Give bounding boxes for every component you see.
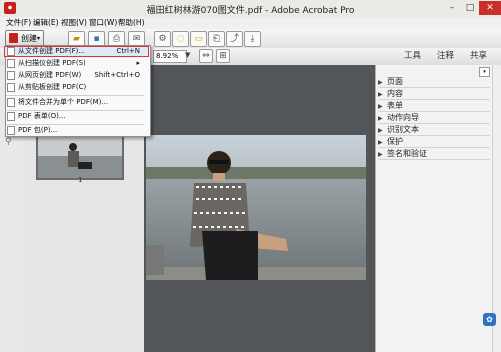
- minimize-button[interactable]: –: [443, 1, 461, 15]
- menu-item-shortcut: Shift+Ctrl+O: [94, 71, 140, 79]
- paw-icon: ✿: [483, 313, 496, 326]
- fit-page-icon[interactable]: ⊞: [216, 49, 230, 63]
- tab-comment[interactable]: 注释: [433, 49, 458, 63]
- panel-section-pages[interactable]: ▶ 页面: [378, 76, 490, 88]
- section-label: 页面: [387, 77, 403, 86]
- tab-tools[interactable]: 工具: [400, 49, 425, 63]
- menu-help[interactable]: 帮助(H): [116, 17, 147, 29]
- expand-triangle-icon: ▶: [378, 139, 383, 146]
- menu-view[interactable]: 视图(V): [59, 17, 89, 29]
- close-button[interactable]: ✕: [479, 1, 501, 15]
- share-document-icon[interactable]: ⤴: [226, 31, 243, 47]
- attachment-icon[interactable]: ⚲: [5, 137, 12, 147]
- sticky-note-icon[interactable]: ▭: [190, 31, 207, 47]
- comment-icon[interactable]: ◌: [172, 31, 189, 47]
- fit-width-icon[interactable]: ⇔: [199, 49, 213, 63]
- export-document-icon[interactable]: ⤓: [244, 31, 261, 47]
- menu-item-label: PDF 表单(O)...: [18, 112, 66, 120]
- tab-share[interactable]: 共享: [466, 49, 491, 63]
- section-label: 识别文本: [387, 125, 419, 134]
- menu-item-create-from-clipboard[interactable]: 从剪贴板创建 PDF(C): [6, 82, 146, 93]
- menu-edit[interactable]: 编辑(E): [31, 17, 61, 29]
- title-bar: ⏺ 福田红树林游070图文件.pdf - Adobe Acrobat Pro –…: [0, 0, 501, 18]
- stamp-icon[interactable]: ⎗: [208, 31, 225, 47]
- form-icon: [7, 112, 15, 121]
- page-thumbnail[interactable]: [36, 134, 124, 180]
- menu-item-create-from-scanner[interactable]: 从扫描仪创建 PDF(S) ▸: [6, 58, 146, 69]
- section-label: 表单: [387, 101, 403, 110]
- section-label: 内容: [387, 89, 403, 98]
- menu-item-label: 从剪贴板创建 PDF(C): [18, 83, 87, 91]
- create-button-label: 创建: [21, 34, 37, 43]
- pdf-file-icon: [7, 47, 15, 56]
- section-label: 动作向导: [387, 113, 419, 122]
- portfolio-icon: [7, 126, 15, 135]
- panel-section-protection[interactable]: ▶ 保护: [378, 136, 490, 148]
- maximize-button[interactable]: □: [461, 1, 479, 15]
- zoom-dropdown-icon[interactable]: ▼: [185, 51, 190, 59]
- clipboard-icon: [7, 83, 15, 92]
- menu-item-label: PDF 包(P)...: [18, 126, 58, 134]
- menu-item-pdf-portfolio[interactable]: PDF 包(P)...: [6, 125, 146, 136]
- thumbnail-page-number: 1: [78, 176, 83, 184]
- menu-item-create-from-file[interactable]: 从文件创建 PDF(F)... Ctrl+N: [6, 46, 146, 57]
- page-photo: [146, 135, 366, 280]
- settings-gear-icon[interactable]: ⚙: [154, 31, 171, 47]
- menu-item-create-from-web[interactable]: 从网页创建 PDF(W) Shift+Ctrl+O: [6, 70, 146, 81]
- scanner-icon: [7, 59, 15, 68]
- menu-item-pdf-form[interactable]: PDF 表单(O)...: [6, 111, 146, 122]
- expand-triangle-icon: ▶: [378, 127, 383, 134]
- menu-item-label: 从文件创建 PDF(F)...: [18, 47, 86, 55]
- web-page-icon: [7, 71, 15, 80]
- menu-item-combine-files[interactable]: 将文件合并为单个 PDF(M)...: [6, 97, 146, 108]
- zoom-input[interactable]: 8.92%: [153, 50, 187, 63]
- vertical-scrollbar[interactable]: [492, 65, 501, 352]
- menu-item-label: 从网页创建 PDF(W): [18, 71, 82, 79]
- window-title: 福田红树林游070图文件.pdf - Adobe Acrobat Pro: [146, 6, 355, 16]
- menu-item-label: 将文件合并为单个 PDF(M)...: [18, 98, 109, 106]
- menu-item-shortcut: Ctrl+N: [116, 47, 140, 55]
- panel-section-sign-certify[interactable]: ▶ 签名和验证: [378, 148, 490, 160]
- menu-file[interactable]: 文件(F): [4, 17, 33, 29]
- panel-section-content[interactable]: ▶ 内容: [378, 88, 490, 100]
- expand-triangle-icon: ▶: [378, 151, 383, 158]
- section-label: 保护: [387, 137, 403, 146]
- expand-triangle-icon: ▶: [378, 103, 383, 110]
- menu-item-label: 从扫描仪创建 PDF(S): [18, 59, 86, 67]
- expand-triangle-icon: ▶: [378, 91, 383, 98]
- menu-separator: [6, 95, 144, 96]
- expand-triangle-icon: ▶: [378, 115, 383, 122]
- submenu-arrow-icon: ▸: [136, 59, 140, 67]
- section-label: 签名和验证: [387, 149, 427, 158]
- menu-window[interactable]: 窗口(W): [87, 17, 119, 29]
- chevron-down-icon: ▾: [37, 35, 41, 42]
- expand-triangle-icon: ▶: [378, 79, 383, 86]
- combine-files-icon: [7, 98, 15, 107]
- panel-section-recognize-text[interactable]: ▶ 识别文本: [378, 124, 490, 136]
- panel-section-forms[interactable]: ▶ 表单: [378, 100, 490, 112]
- create-pdf-icon: [9, 33, 18, 43]
- panel-section-action-wizard[interactable]: ▶ 动作向导: [378, 112, 490, 124]
